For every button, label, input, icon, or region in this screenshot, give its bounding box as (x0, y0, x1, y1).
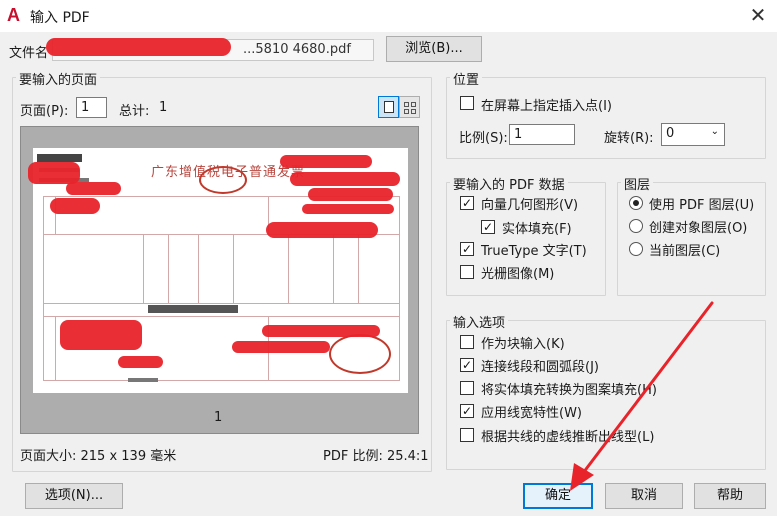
rotate-select[interactable]: 0 ⌄ (661, 123, 725, 146)
chevron-down-icon: ⌄ (710, 126, 719, 137)
invoice-header-mark (37, 154, 82, 162)
import-options-group-label: 输入选项 (450, 312, 509, 331)
use-pdf-layers-radio[interactable] (629, 196, 643, 210)
raster-image-label: 光栅图像(M) (481, 267, 555, 282)
rotate-value: 0 (666, 126, 675, 141)
red-annotation-arrow (570, 301, 714, 491)
title-bar (0, 0, 777, 32)
page-label: 页面(P): (20, 104, 69, 119)
scale-input[interactable]: 1 (509, 124, 575, 145)
page-size-text: 页面大小: 215 x 139 毫米 (20, 449, 177, 464)
page-input[interactable]: 1 (76, 97, 107, 118)
solid-fill-label: 实体填充(F) (502, 222, 572, 237)
window-title: 输入 PDF (30, 10, 90, 26)
convert-fill-to-hatch-checkbox[interactable] (460, 381, 474, 395)
pdf-scale-text: PDF 比例: 25.4:1 (323, 449, 429, 464)
use-pdf-layers-label: 使用 PDF 图层(U) (649, 198, 755, 213)
position-group (446, 77, 766, 159)
close-icon[interactable]: ✕ (745, 3, 771, 27)
apply-lineweight-checkbox[interactable]: ✓ (460, 404, 474, 418)
import-as-block-checkbox[interactable] (460, 335, 474, 349)
rotate-label: 旋转(R): (604, 131, 654, 146)
current-layer-radio[interactable] (629, 242, 643, 256)
seller-seal (329, 334, 391, 374)
invoice-seal (199, 166, 247, 194)
position-group-label: 位置 (450, 69, 483, 88)
create-object-layers-label: 创建对象图层(O) (649, 221, 748, 236)
file-name-label: 文件名 (9, 46, 49, 61)
total-label: 总计: (119, 104, 150, 119)
current-layer-label: 当前图层(C) (649, 244, 721, 259)
pages-group-label: 要输入的页面 (16, 69, 101, 88)
scale-label: 比例(S): (459, 131, 508, 146)
invoice-total-text (148, 305, 238, 313)
total-value: 1 (159, 100, 168, 115)
vector-geometry-checkbox[interactable]: ✓ (460, 196, 474, 210)
truetype-text-checkbox[interactable]: ✓ (460, 242, 474, 256)
infer-linetypes-checkbox[interactable] (460, 428, 474, 442)
specify-on-screen-checkbox[interactable] (460, 96, 474, 110)
thumbnail-view-icon[interactable] (399, 96, 420, 118)
preview-page-number: 1 (214, 410, 223, 425)
options-button[interactable]: 选项(N)... (25, 483, 123, 509)
truetype-text-label: TrueType 文字(T) (481, 244, 587, 259)
create-object-layers-radio[interactable] (629, 219, 643, 233)
raster-image-checkbox[interactable] (460, 265, 474, 279)
file-name-value: ...5810 4680.pdf (243, 42, 351, 57)
vector-geometry-label: 向量几何图形(V) (481, 198, 579, 213)
invoice-footer-text (128, 378, 158, 382)
autocad-logo-icon: A (7, 5, 20, 25)
solid-fill-checkbox[interactable]: ✓ (481, 220, 495, 234)
specify-on-screen-label: 在屏幕上指定插入点(I) (481, 99, 612, 114)
single-page-view-icon[interactable] (378, 96, 399, 118)
browse-button[interactable]: 浏览(B)... (386, 36, 482, 62)
join-segments-checkbox[interactable]: ✓ (460, 358, 474, 372)
pdf-data-group-label: 要输入的 PDF 数据 (450, 174, 568, 193)
red-scribble-redaction (46, 38, 231, 56)
layers-group-label: 图层 (621, 174, 654, 193)
